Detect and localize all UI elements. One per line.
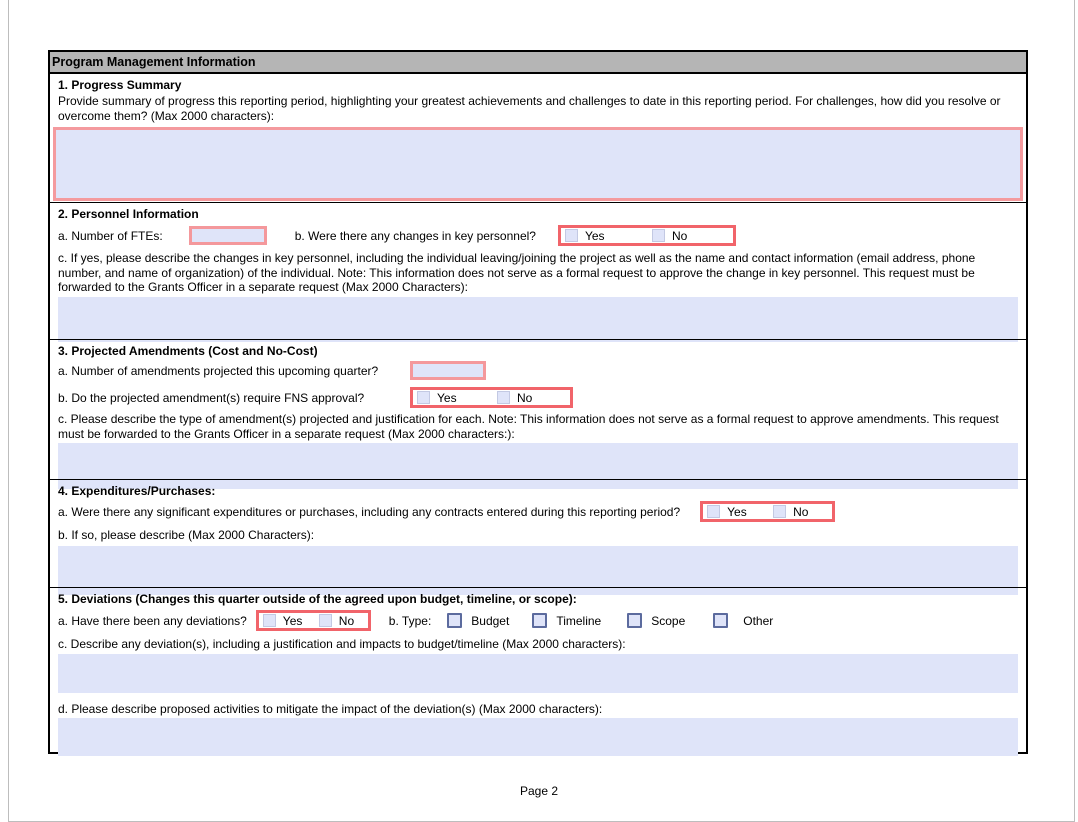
checkbox-icon[interactable] — [773, 505, 786, 518]
deviation-type-timeline[interactable]: Timeline — [532, 613, 601, 628]
progress-summary-heading: 1. Progress Summary — [58, 78, 1018, 92]
key-personnel-change-radio-group: Yes No — [558, 225, 736, 246]
no-label: No — [793, 505, 808, 519]
amendments-description-label: c. Please describe the type of amendment… — [58, 412, 1018, 441]
section-projected-amendments: 3. Projected Amendments (Cost and No-Cos… — [50, 339, 1026, 479]
fns-approval-no-option[interactable]: No — [493, 391, 570, 405]
yes-label: Yes — [437, 391, 457, 405]
checkbox-icon[interactable] — [707, 505, 720, 518]
deviation-type-label: b. Type: — [389, 614, 431, 628]
key-personnel-no-option[interactable]: No — [648, 229, 733, 243]
checkbox-icon[interactable] — [652, 229, 665, 242]
program-management-form: Program Management Information 1. Progre… — [48, 50, 1028, 754]
timeline-label: Timeline — [556, 614, 601, 628]
personnel-change-textarea[interactable] — [58, 297, 1018, 342]
ftes-label: a. Number of FTEs: — [58, 229, 163, 243]
fns-approval-radio-group: Yes No — [410, 387, 573, 408]
expenditures-describe-label: b. If so, please describe (Max 2000 Char… — [58, 528, 1018, 543]
page-number: Page 2 — [0, 784, 1078, 798]
deviations-mitigation-textarea[interactable] — [58, 718, 1018, 756]
expenditures-yes-option[interactable]: Yes — [703, 505, 769, 519]
scope-label: Scope — [651, 614, 685, 628]
checkbox-icon[interactable] — [319, 614, 332, 627]
deviations-describe-label: c. Describe any deviation(s), including … — [58, 637, 1018, 652]
no-label: No — [672, 229, 687, 243]
yes-label: Yes — [283, 614, 303, 628]
progress-summary-textarea[interactable] — [53, 127, 1023, 201]
checkbox-icon[interactable] — [263, 614, 276, 627]
section-progress-summary: 1. Progress Summary Provide summary of p… — [50, 74, 1026, 202]
other-label: Other — [743, 614, 773, 628]
form-section-title: Program Management Information — [50, 52, 1026, 74]
checkbox-icon[interactable] — [447, 613, 462, 628]
deviations-question-label: a. Have there been any deviations? — [58, 614, 247, 628]
expenditures-no-option[interactable]: No — [769, 505, 832, 519]
personnel-heading: 2. Personnel Information — [58, 207, 1018, 221]
amendments-count-input[interactable] — [410, 361, 486, 380]
personnel-change-description-label: c. If yes, please describe the changes i… — [58, 251, 1018, 295]
fns-approval-yes-option[interactable]: Yes — [413, 391, 493, 405]
amendments-count-label: a. Number of amendments projected this u… — [58, 364, 410, 378]
section-deviations: 5. Deviations (Changes this quarter outs… — [50, 587, 1026, 752]
yes-label: Yes — [727, 505, 747, 519]
deviations-no-option[interactable]: No — [315, 614, 368, 628]
deviations-mitigation-label: d. Please describe proposed activities t… — [58, 702, 1018, 717]
key-personnel-question-label: b. Were there any changes in key personn… — [295, 229, 536, 243]
fns-approval-question-label: b. Do the projected amendment(s) require… — [58, 391, 410, 405]
checkbox-icon[interactable] — [532, 613, 547, 628]
expenditures-radio-group: Yes No — [700, 501, 835, 522]
progress-summary-description: Provide summary of progress this reporti… — [58, 94, 1018, 123]
deviations-heading: 5. Deviations (Changes this quarter outs… — [58, 592, 1018, 606]
checkbox-icon[interactable] — [497, 391, 510, 404]
yes-label: Yes — [585, 229, 605, 243]
checkbox-icon[interactable] — [565, 229, 578, 242]
checkbox-icon[interactable] — [627, 613, 642, 628]
deviation-type-scope[interactable]: Scope — [627, 613, 685, 628]
key-personnel-yes-option[interactable]: Yes — [561, 229, 648, 243]
budget-label: Budget — [471, 614, 509, 628]
no-label: No — [517, 391, 532, 405]
deviations-describe-textarea[interactable] — [58, 654, 1018, 693]
expenditures-heading: 4. Expenditures/Purchases: — [58, 484, 1018, 498]
deviation-type-other[interactable]: Other — [713, 613, 773, 628]
no-label: No — [339, 614, 354, 628]
amendments-heading: 3. Projected Amendments (Cost and No-Cos… — [58, 344, 1018, 358]
checkbox-icon[interactable] — [713, 613, 728, 628]
deviations-radio-group: Yes No — [256, 610, 371, 631]
expenditures-question-label: a. Were there any significant expenditur… — [58, 505, 680, 519]
deviations-yes-option[interactable]: Yes — [259, 614, 315, 628]
ftes-input[interactable] — [189, 226, 267, 245]
checkbox-icon[interactable] — [417, 391, 430, 404]
section-expenditures-purchases: 4. Expenditures/Purchases: a. Were there… — [50, 479, 1026, 587]
deviation-type-budget[interactable]: Budget — [447, 613, 509, 628]
section-personnel-information: 2. Personnel Information a. Number of FT… — [50, 202, 1026, 339]
